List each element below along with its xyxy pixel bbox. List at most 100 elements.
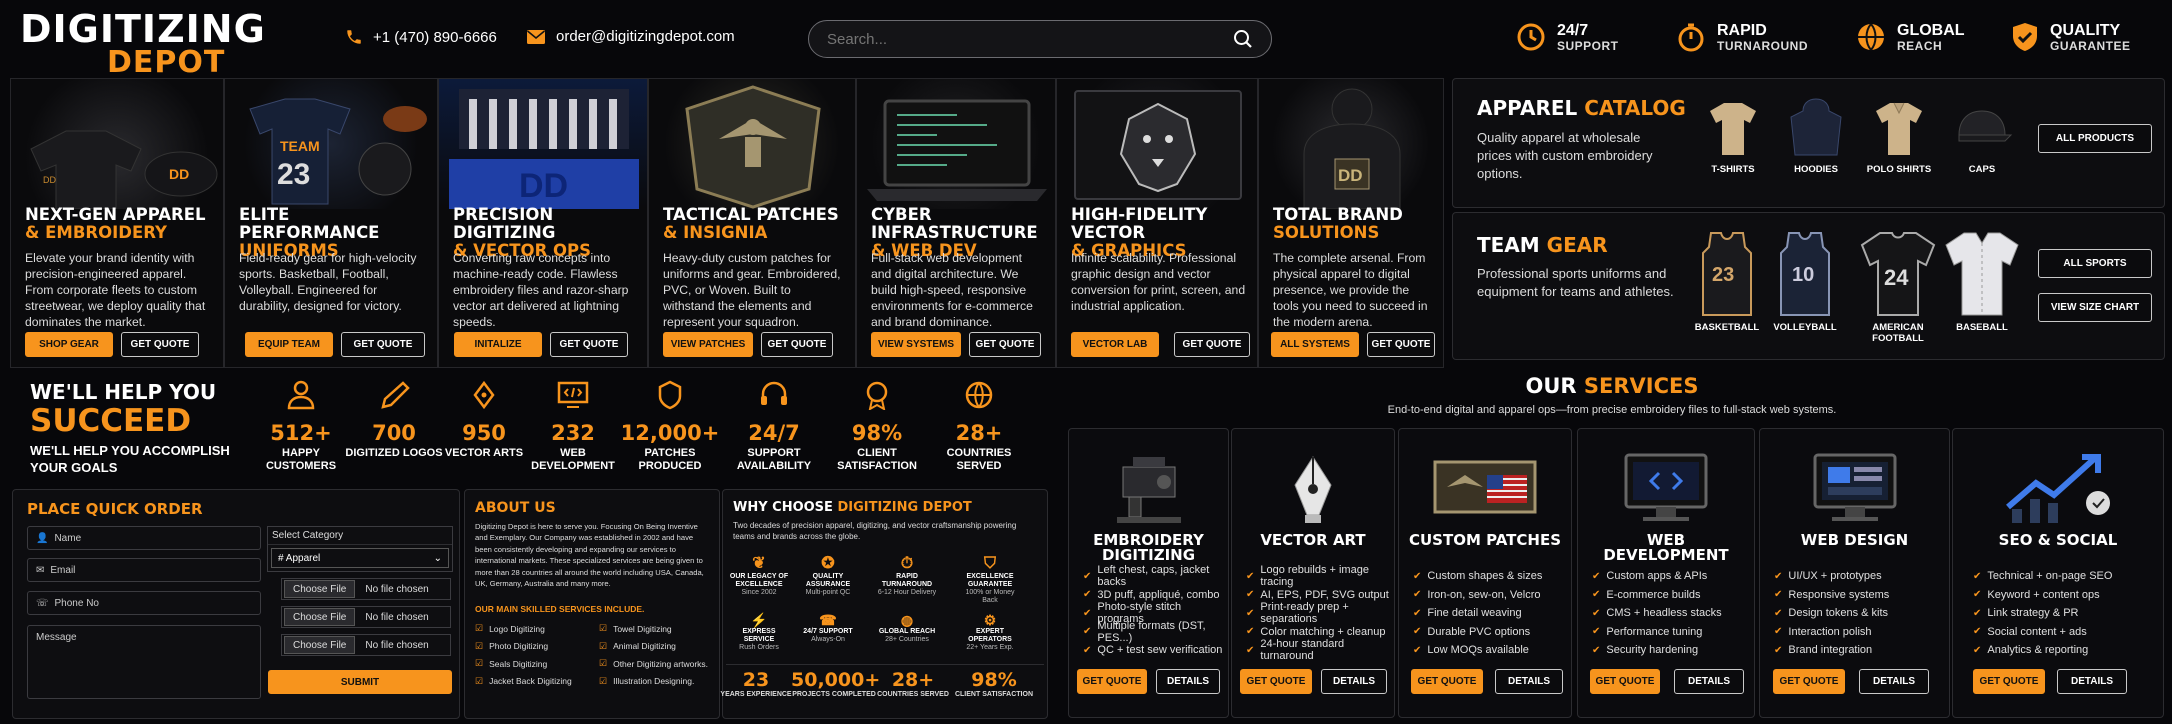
choose-file-button[interactable]: Choose File — [284, 608, 356, 626]
globe-icon: ◍ — [900, 612, 914, 628]
card-desc: Infinite scalability. Professional graph… — [1071, 251, 1246, 313]
gear-icon: ⚙ — [983, 612, 997, 628]
file-input-1[interactable]: Choose File No file chosen — [281, 578, 451, 600]
all-sports-button[interactable]: ALL SPORTS — [2038, 249, 2152, 278]
get-quote-button[interactable]: GET QUOTE — [1973, 669, 2045, 694]
details-button[interactable]: DETAILS — [1321, 669, 1387, 694]
svg-text:DD: DD — [519, 167, 568, 205]
name-placeholder: Name — [54, 532, 82, 544]
message-field[interactable]: Message — [27, 625, 261, 699]
check-icon: ☑ — [599, 623, 608, 634]
details-button[interactable]: DETAILS — [1674, 669, 1744, 694]
about-text: Digitizing Depot is here to serve you. F… — [475, 522, 704, 589]
equip-team-button[interactable]: EQUIP TEAM — [245, 332, 333, 357]
product-volleyball[interactable]: 10 VOLLEYBALL — [1765, 229, 1845, 333]
card-vector[interactable]: HIGH-FIDELITY VECTOR & GRAPHICS Infinite … — [1056, 78, 1258, 368]
globe-icon — [965, 381, 993, 409]
all-products-button[interactable]: ALL PRODUCTS — [2038, 124, 2152, 153]
shield-check-icon — [2013, 23, 2037, 51]
skill-item: ☑ Logo Digitizing — [475, 623, 545, 634]
details-button[interactable]: DETAILS — [1156, 669, 1220, 694]
apparel-catalog-title: APPAREL CATALOG — [1477, 96, 1686, 120]
about-title: ABOUT US — [475, 500, 556, 516]
card-patches[interactable]: TACTICAL PATCHES & INSIGNIA Heavy-duty cu… — [648, 78, 856, 368]
name-field[interactable]: 👤 Name — [27, 526, 261, 550]
category-dropdown[interactable]: # Apparel ⌄ — [271, 548, 449, 568]
patches-image — [649, 79, 855, 209]
product-hoodies[interactable]: HOODIES — [1776, 95, 1856, 175]
category-select[interactable]: Select Category # Apparel ⌄ — [267, 526, 453, 572]
details-button[interactable]: DETAILS — [1859, 669, 1929, 694]
initialize-button[interactable]: INITALIZE — [454, 332, 542, 357]
product-basketball[interactable]: 23 BASKETBALL — [1687, 229, 1767, 333]
card-brand[interactable]: DD TOTAL BRAND SOLUTIONS The complete ars… — [1258, 78, 1444, 368]
choose-file-button[interactable]: Choose File — [284, 636, 356, 654]
submit-button[interactable]: SUBMIT — [268, 670, 452, 694]
service-points: Custom apps & APIsE-commerce buildsCMS +… — [1592, 567, 1721, 660]
product-caps[interactable]: CAPS — [1942, 95, 2022, 175]
view-patches-button[interactable]: VIEW PATCHES — [663, 332, 753, 357]
get-quote-button[interactable]: GET QUOTE — [1077, 669, 1147, 694]
get-quote-button[interactable]: GET QUOTE — [1411, 669, 1483, 694]
details-button[interactable]: DETAILS — [1495, 669, 1563, 694]
get-quote-button[interactable]: GET QUOTE — [121, 332, 199, 357]
pen-tool-icon — [1232, 437, 1394, 537]
get-quote-button[interactable]: GET QUOTE — [1590, 669, 1660, 694]
why-item: ⏱ RAPID TURNAROUND 6-12 Hour Delivery — [875, 555, 939, 597]
card-apparel[interactable]: DD DD NEXT-GEN APPAREL & EMBROIDERY Elevat… — [10, 78, 224, 368]
search-input[interactable] — [827, 30, 1233, 48]
get-quote-button[interactable]: GET QUOTE — [969, 332, 1041, 357]
product-label: POLO SHIRTS — [1866, 164, 1932, 175]
card-uniforms[interactable]: TEAM 23 ELITE PERFORMANCE UNIFORMS Field-r… — [224, 78, 438, 368]
header-email[interactable]: order@digitizingdepot.com — [526, 28, 735, 45]
view-systems-button[interactable]: VIEW SYSTEMS — [871, 332, 961, 357]
stat-label: COUNTRIES SERVED — [946, 447, 1012, 472]
search-bar[interactable] — [808, 20, 1272, 58]
get-quote-button[interactable]: GET QUOTE — [1773, 669, 1845, 694]
laurel-icon: ❦ — [752, 555, 766, 572]
stat-patches: 12,000+ PATCHES PRODUCED — [615, 380, 725, 473]
polo-shirt-icon — [1876, 102, 1922, 155]
category-label: Select Category — [268, 527, 452, 545]
get-quote-button[interactable]: GET QUOTE — [1240, 669, 1312, 694]
get-quote-button[interactable]: GET QUOTE — [1367, 332, 1435, 357]
football-jersey-icon: 24 — [1860, 232, 1936, 316]
file-input-2[interactable]: Choose File No file chosen — [281, 606, 451, 628]
digitizing-image: DD — [439, 79, 647, 209]
team-gear-desc: Professional sports uniforms and equipme… — [1477, 266, 1674, 299]
brand-logo[interactable]: DIGITIZING DEPOT — [20, 10, 265, 78]
service-seo-social: SEO & SOCIAL Technical + on-page SEOKeyw… — [1952, 428, 2164, 718]
get-quote-button[interactable]: GET QUOTE — [341, 332, 425, 357]
stat-value: 232 — [551, 421, 595, 445]
get-quote-button[interactable]: GET QUOTE — [761, 332, 833, 357]
get-quote-button[interactable]: GET QUOTE — [550, 332, 628, 357]
card-desc: Field-ready gear for high-velocity sport… — [239, 251, 417, 313]
feature-global: GLOBAL REACH — [1855, 21, 1965, 53]
header-phone[interactable]: +1 (470) 890-6666 — [345, 28, 497, 46]
card-desc: Elevate your brand identity with precisi… — [25, 251, 206, 329]
email-field[interactable]: ✉ Email — [27, 558, 261, 582]
product-polo[interactable]: POLO SHIRTS — [1859, 95, 1939, 175]
service-title: SEO & SOCIAL — [1998, 531, 2118, 549]
skill-item: ☑ Towel Digitizing — [599, 623, 672, 634]
quality-badge-icon: ✪ — [821, 555, 835, 572]
phone-field[interactable]: ☏ Phone No — [27, 591, 261, 615]
search-icon[interactable] — [1233, 29, 1253, 49]
vector-lab-button[interactable]: VECTOR LAB — [1071, 332, 1159, 357]
shop-gear-button[interactable]: SHOP GEAR — [25, 332, 113, 357]
choose-file-button[interactable]: Choose File — [284, 580, 356, 598]
all-systems-button[interactable]: ALL SYSTEMS — [1271, 332, 1359, 357]
view-size-chart-button[interactable]: VIEW SIZE CHART — [2038, 293, 2152, 322]
card-digitizing[interactable]: DD PRECISION DIGITIZING & VECTOR OPS Conv… — [438, 78, 648, 368]
get-quote-button[interactable]: GET QUOTE — [1174, 332, 1250, 357]
check-icon: ☑ — [475, 675, 484, 686]
product-american-football[interactable]: 24 AMERICAN FOOTBALL — [1848, 229, 1948, 344]
skills-col-2: ☑ Towel Digitizing ☑ Animal Digitizing ☑ Ot… — [599, 620, 719, 690]
product-tshirts[interactable]: T-SHIRTS — [1693, 95, 1773, 175]
feature-rapid: RAPID TURNAROUND — [1675, 21, 1808, 53]
card-webdev[interactable]: CYBER INFRASTRUCTURE & WEB DEV Full-stack… — [856, 78, 1056, 368]
details-button[interactable]: DETAILS — [2057, 669, 2127, 694]
product-baseball[interactable]: BASEBALL — [1942, 229, 2022, 333]
file-input-3[interactable]: Choose File No file chosen — [281, 634, 451, 656]
clock-phone-icon — [1517, 23, 1545, 51]
